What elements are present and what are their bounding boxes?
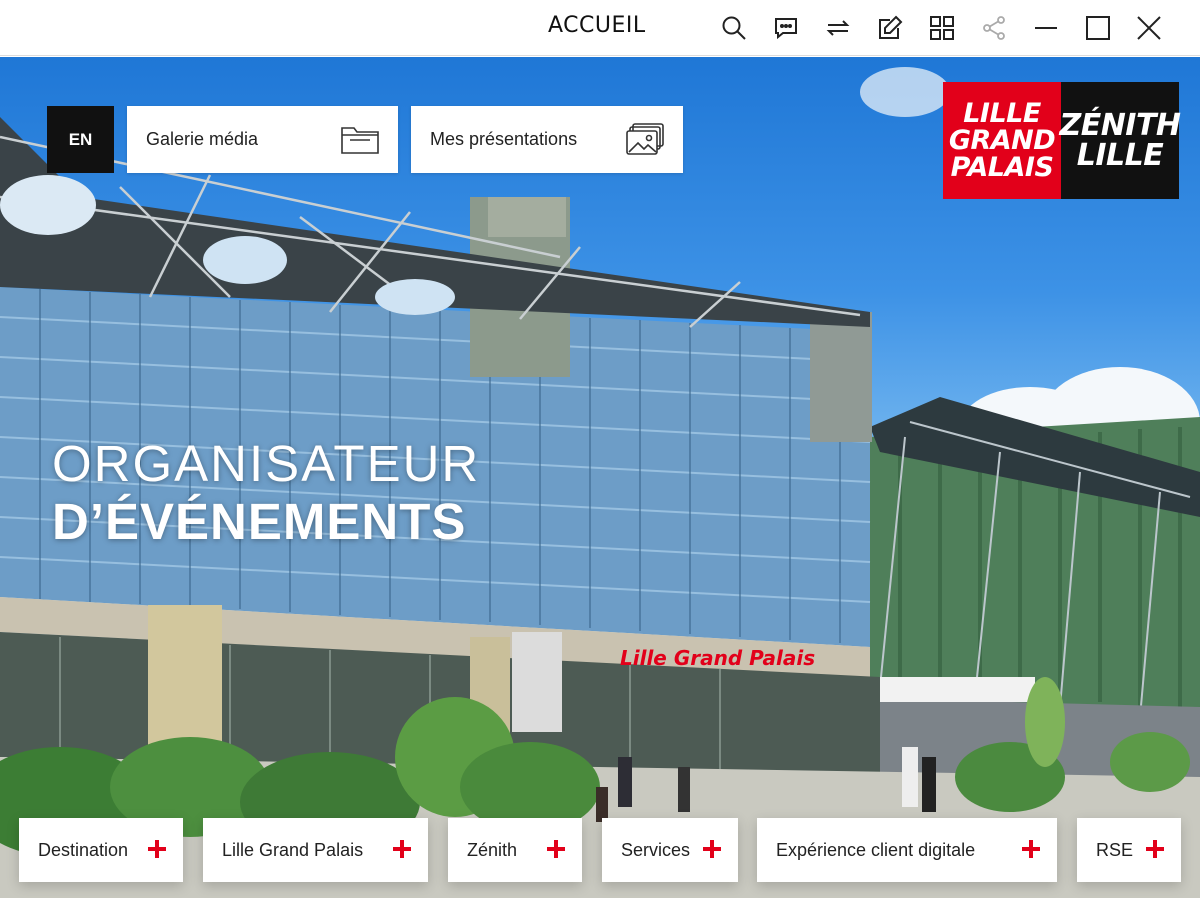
presentations-button[interactable]: Mes présentations — [411, 106, 683, 173]
media-gallery-label: Galerie média — [146, 129, 259, 149]
plus-icon — [393, 840, 411, 858]
logo: LILLE GRAND PALAIS ZÉNITH LILLE — [943, 82, 1181, 199]
folder-icon — [341, 127, 379, 154]
nav-zenith[interactable]: Zénith — [448, 818, 582, 882]
minimize-icon[interactable] — [1026, 8, 1066, 48]
nav-label: Lille Grand Palais — [222, 839, 364, 860]
share-icon[interactable] — [974, 8, 1014, 48]
headline-line1: ORGANISATEUR — [52, 435, 481, 492]
building-sign: Lille Grand Palais — [620, 646, 815, 670]
presentations-label: Mes présentations — [430, 129, 578, 149]
close-icon[interactable] — [1129, 8, 1169, 48]
plus-icon — [703, 840, 721, 858]
plus-icon — [1146, 840, 1164, 858]
hero-banner: Lille Grand Palais EN Galerie média Mes … — [0, 57, 1200, 898]
nav-destination[interactable]: Destination — [19, 818, 183, 882]
language-button[interactable]: EN — [47, 106, 114, 173]
nav-label: Services — [621, 839, 691, 860]
nav-label: Zénith — [467, 839, 518, 860]
top-toolbar: ACCUEIL — [0, 0, 1200, 56]
nav-label: Expérience client digitale — [776, 839, 976, 860]
switch-icon[interactable] — [818, 8, 858, 48]
plus-icon — [547, 840, 565, 858]
grid-icon[interactable] — [922, 8, 962, 48]
lille-grand-palais-logo: LILLE GRAND PALAIS — [943, 82, 1061, 199]
edit-icon[interactable] — [870, 8, 910, 48]
nav-lille-grand-palais[interactable]: Lille Grand Palais — [203, 818, 428, 882]
hero-headline: ORGANISATEUR D’ÉVÉNEMENTS — [52, 435, 480, 551]
nav-digital-experience[interactable]: Expérience client digitale — [757, 818, 1057, 882]
headline-line2: D’ÉVÉNEMENTS — [52, 493, 467, 550]
home-link[interactable]: ACCUEIL — [548, 13, 646, 38]
plus-icon — [148, 840, 166, 858]
nav-rse[interactable]: RSE — [1077, 818, 1181, 882]
plus-icon — [1022, 840, 1040, 858]
maximize-icon[interactable] — [1078, 8, 1118, 48]
nav-services[interactable]: Services — [602, 818, 738, 882]
images-icon — [626, 123, 664, 155]
zenith-lille-logo: ZÉNITH LILLE — [1059, 82, 1181, 199]
nav-label: Destination — [38, 839, 129, 860]
media-gallery-button[interactable]: Galerie média — [127, 106, 398, 173]
search-icon[interactable] — [714, 8, 754, 48]
chat-icon[interactable] — [766, 8, 806, 48]
nav-label: RSE — [1096, 839, 1134, 860]
